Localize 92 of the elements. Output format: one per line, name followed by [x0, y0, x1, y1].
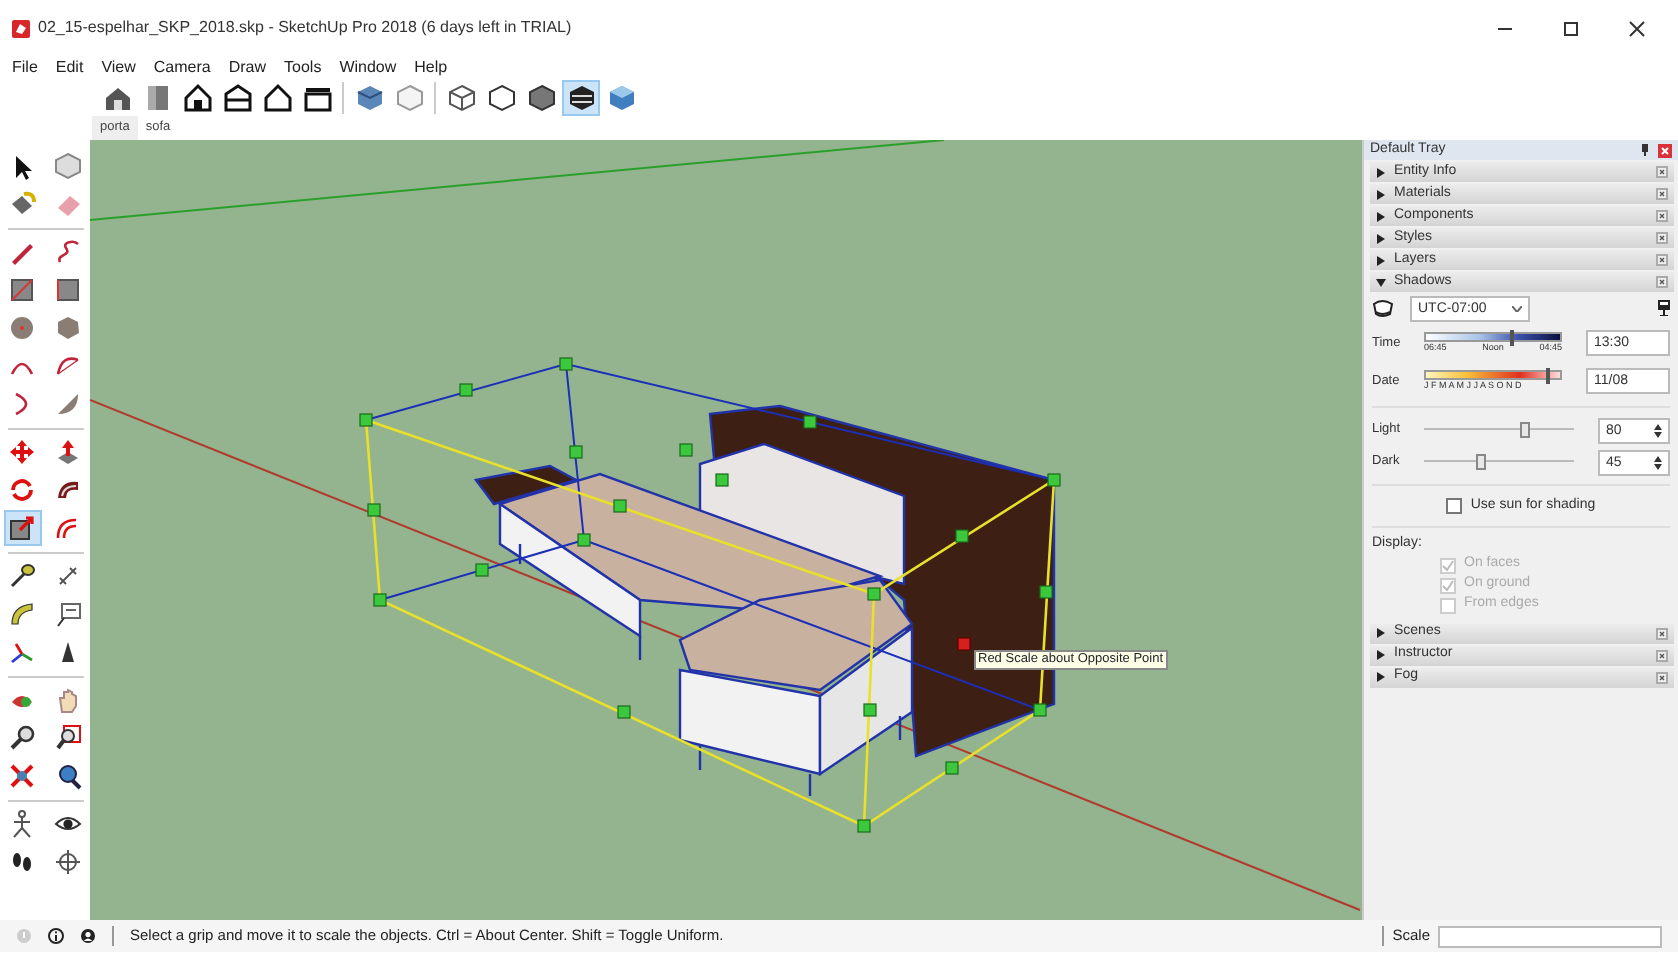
move-arrows-icon — [8, 438, 36, 466]
close-icon — [1628, 19, 1646, 37]
window-title: 02_15-espelhar_SKP_2018.skp - SketchUp Pro 2018 (6 days left in TRIAL) — [38, 16, 572, 40]
maximize-icon — [1562, 19, 1580, 37]
figure-icon — [8, 810, 36, 838]
close-icon — [1656, 210, 1668, 222]
eraser-icon — [54, 190, 82, 218]
close-icon — [1656, 627, 1668, 639]
menu-item[interactable]: View — [101, 56, 136, 80]
hidden-line-cube-icon — [485, 82, 517, 114]
expand-triangle-icon — [1376, 167, 1386, 177]
rectangle-icon — [54, 276, 82, 304]
close-icon — [1656, 188, 1668, 200]
close-icon — [1656, 649, 1668, 661]
arc-icon — [54, 352, 82, 380]
axes-icon — [8, 638, 36, 666]
caret-icon — [1512, 305, 1522, 311]
house-cube-icon — [101, 82, 133, 114]
pencil-icon — [8, 238, 36, 266]
polygon-icon — [54, 314, 82, 342]
house-icon — [181, 82, 213, 114]
footprints-icon — [8, 848, 36, 876]
info-icon — [48, 928, 64, 944]
close-icon — [1656, 276, 1668, 288]
text-label-icon — [54, 600, 82, 628]
paint-bucket-icon — [8, 190, 36, 218]
slider-thumb[interactable] — [1520, 422, 1531, 438]
push-pull-icon — [54, 438, 82, 466]
menu-item[interactable]: Camera — [153, 56, 211, 80]
close-icon — [1656, 166, 1668, 178]
spinner-icon — [1654, 423, 1662, 437]
expand-triangle-icon — [1376, 255, 1386, 265]
checkbox[interactable] — [1446, 498, 1463, 514]
rectangle-icon — [8, 276, 36, 304]
cube-outline-icon — [54, 152, 82, 180]
expand-triangle-icon — [1376, 650, 1386, 660]
scale-tool-button[interactable] — [3, 510, 41, 546]
collapse-triangle-icon — [1376, 277, 1386, 287]
protractor-icon — [8, 600, 36, 628]
expand-triangle-icon — [1376, 672, 1386, 682]
house-top-icon — [221, 82, 253, 114]
shaded-cube-icon — [605, 82, 637, 114]
tape-measure-icon — [8, 562, 36, 590]
follow-me-icon — [54, 476, 82, 504]
expand-triangle-icon — [1376, 628, 1386, 638]
display-toggle-icon — [1658, 300, 1670, 316]
magnifier-icon — [8, 724, 36, 752]
house-side-icon — [301, 82, 333, 114]
zoom-extents-icon — [8, 762, 36, 790]
close-button[interactable] — [1628, 19, 1646, 37]
measurement-field[interactable] — [1438, 925, 1662, 947]
maximize-button[interactable] — [1562, 19, 1580, 37]
close-icon — [1656, 671, 1668, 683]
toggle-button[interactable] — [1658, 300, 1670, 316]
rotate-icon — [8, 476, 36, 504]
house-outline-icon — [261, 82, 293, 114]
expand-triangle-icon — [1376, 189, 1386, 199]
slider-thumb[interactable] — [1475, 454, 1486, 470]
slider-thumb[interactable] — [1509, 330, 1514, 346]
app-logo-icon — [12, 19, 30, 37]
pin-button[interactable] — [1640, 144, 1650, 156]
slider-thumb[interactable] — [1546, 368, 1551, 384]
offset-icon — [54, 514, 82, 542]
pin-icon — [1640, 144, 1650, 156]
hand-icon — [54, 686, 82, 714]
cube-icon — [353, 82, 385, 114]
menu-item[interactable]: Draw — [228, 56, 267, 80]
close-icon — [1656, 254, 1668, 266]
pie-icon — [54, 390, 82, 418]
squiggle-icon — [54, 238, 82, 266]
scale-icon — [8, 514, 36, 542]
striped-cube-icon — [565, 82, 597, 114]
wireframe-cube-icon — [445, 82, 477, 114]
menu-item[interactable]: Help — [414, 56, 448, 80]
expand-triangle-icon — [1376, 233, 1386, 243]
menu-item[interactable]: Tools — [284, 56, 322, 80]
close-icon — [1658, 143, 1672, 157]
close-icon — [1656, 232, 1668, 244]
menu-item[interactable]: Edit — [55, 56, 84, 80]
user-icon — [80, 928, 96, 944]
menu-item[interactable]: Window — [339, 56, 397, 80]
magnifier-icon — [54, 762, 82, 790]
crosshair-icon — [54, 848, 82, 876]
dimension-icon — [54, 562, 82, 590]
cube-outline-icon — [393, 82, 425, 114]
circle-icon — [8, 314, 36, 342]
zoom-window-icon — [54, 724, 82, 752]
striped-cube-button[interactable] — [562, 80, 600, 116]
expand-triangle-icon — [1376, 211, 1386, 221]
spinner-icon — [1654, 455, 1662, 469]
menu-item[interactable]: File — [12, 56, 38, 80]
shaded-cube-icon — [525, 82, 557, 114]
